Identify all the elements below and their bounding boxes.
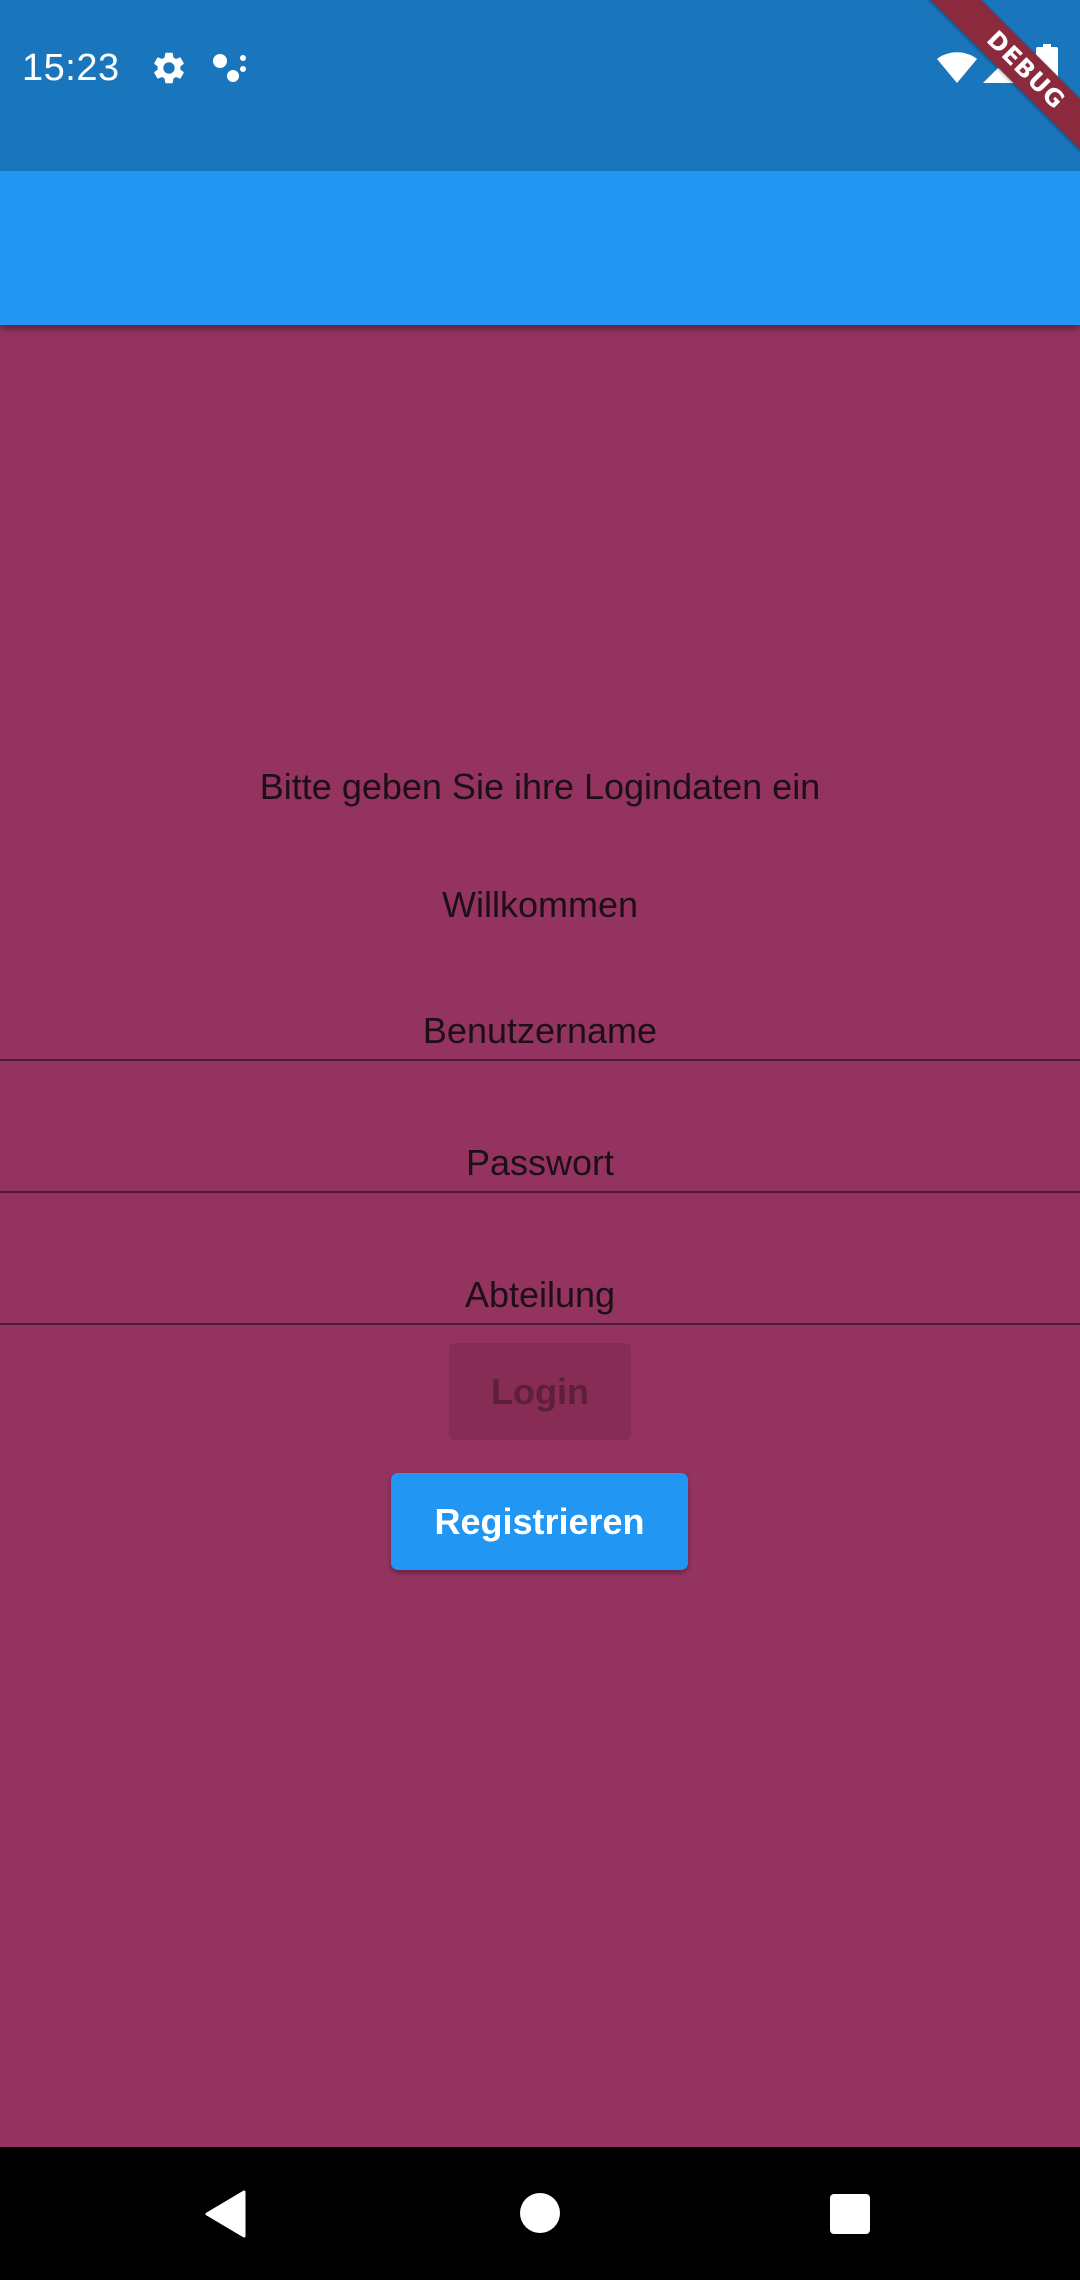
login-button[interactable]: Login bbox=[449, 1343, 631, 1440]
dots-icon bbox=[213, 54, 246, 82]
status-bar: 15:23 bbox=[0, 0, 1080, 171]
app-bar bbox=[0, 171, 1080, 325]
register-button[interactable]: Registrieren bbox=[391, 1473, 688, 1570]
password-underline bbox=[0, 1191, 1080, 1193]
recents-icon[interactable] bbox=[830, 2194, 870, 2234]
status-time: 15:23 bbox=[22, 47, 120, 89]
login-prompt: Bitte geben Sie ihre Logindaten ein bbox=[259, 766, 821, 807]
back-icon[interactable] bbox=[204, 2190, 246, 2238]
navigation-bar bbox=[0, 2147, 1080, 2280]
password-label: Passwort bbox=[465, 1142, 615, 1183]
username-underline bbox=[0, 1059, 1080, 1061]
signal-icon bbox=[983, 49, 1017, 83]
gear-icon bbox=[154, 52, 184, 84]
welcome-text: Willkommen bbox=[441, 884, 638, 925]
department-underline bbox=[0, 1323, 1080, 1325]
battery-icon bbox=[1036, 44, 1058, 84]
login-form: Bitte geben Sie ihre Logindaten ein Will… bbox=[0, 325, 1080, 2147]
department-label: Abteilung bbox=[464, 1274, 616, 1315]
home-icon[interactable] bbox=[520, 2193, 560, 2233]
wifi-icon bbox=[937, 52, 977, 83]
username-label: Benutzername bbox=[422, 1010, 658, 1051]
